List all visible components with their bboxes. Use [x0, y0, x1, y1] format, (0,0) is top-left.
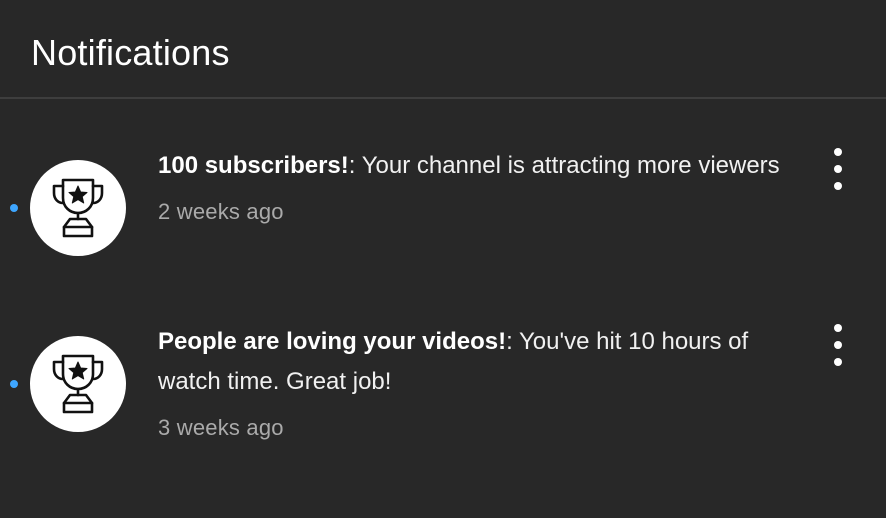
- notification-time: 2 weeks ago: [158, 199, 284, 224]
- trophy-star-icon: [52, 178, 104, 238]
- menu-dot-icon: [834, 182, 842, 190]
- menu-dot-icon: [834, 324, 842, 332]
- page-title: Notifications: [31, 32, 230, 73]
- unread-indicator: [10, 380, 18, 388]
- notification-separator: :: [506, 328, 513, 355]
- notifications-panel: Notifications 100 subscribers!: Your cha…: [0, 0, 886, 518]
- notification-time: 3 weeks ago: [158, 415, 284, 440]
- trophy-star-icon: [52, 354, 104, 414]
- menu-dot-icon: [834, 148, 842, 156]
- more-options-button[interactable]: [822, 324, 854, 366]
- notification-item[interactable]: 100 subscribers!: Your channel is attrac…: [0, 130, 886, 280]
- notification-message: 100 subscribers!: Your channel is attrac…: [158, 146, 788, 186]
- unread-indicator: [10, 204, 18, 212]
- notification-title: People are loving your videos!: [158, 328, 507, 355]
- menu-dot-icon: [834, 341, 842, 349]
- notifications-header: Notifications: [0, 0, 886, 99]
- menu-dot-icon: [834, 358, 842, 366]
- notification-avatar: [30, 160, 126, 256]
- notification-title: 100 subscribers!: [158, 152, 349, 179]
- menu-dot-icon: [834, 165, 842, 173]
- notification-content: People are loving your videos!: You've h…: [158, 322, 788, 441]
- notification-avatar: [30, 336, 126, 432]
- notification-content: 100 subscribers!: Your channel is attrac…: [158, 146, 788, 225]
- notification-text: Your channel is attracting more viewers: [355, 152, 780, 179]
- more-options-button[interactable]: [822, 148, 854, 190]
- notification-message: People are loving your videos!: You've h…: [158, 322, 788, 402]
- notification-item[interactable]: People are loving your videos!: You've h…: [0, 306, 886, 456]
